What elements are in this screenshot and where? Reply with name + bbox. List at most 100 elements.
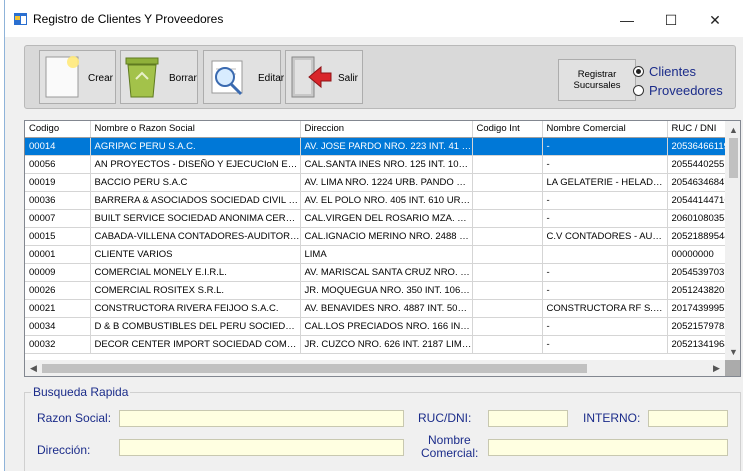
scroll-right-icon[interactable]: ▶ [708,360,725,376]
column-header[interactable]: Nombre Comercial [542,121,668,138]
table-cell: CAL.LOS PRECIADOS NRO. 166 INT. 3... [300,317,473,336]
table-row[interactable]: 00001 CLIENTE VARIOS LIMA 00000000 [25,245,725,264]
close-icon: ✕ [709,11,721,28]
vertical-scroll-thumb[interactable] [729,138,738,178]
table-cell: 00007 [25,209,91,228]
table-cell: 20545397031 [667,263,725,282]
column-header[interactable]: Codigo [25,121,91,138]
table-cell: 00014 [25,137,91,156]
title-bar: Registro de Clientes Y Proveedores — ☐ ✕ [5,0,743,37]
table-row[interactable]: 00014 AGRIPAC PERU S.A.C. AV. JOSE PARDO N… [25,137,725,156]
table-cell: CLIENTE VARIOS [90,245,301,264]
razon-social-input[interactable] [119,410,404,427]
app-icon [14,13,27,25]
table-row[interactable]: 00019 BACCIO PERU S.A.C AV. LIMA NRO. 1224… [25,173,725,192]
scroll-up-icon[interactable]: ▲ [725,121,740,138]
table-cell [472,281,543,300]
clients-grid: Codigo Nombre o Razon Social Direccion Codi… [24,120,741,377]
table-cell: COMERCIAL ROSITEX S.R.L. [90,281,301,300]
table-cell: AV. EL POLO NRO. 405 INT. 610 URB. ... [300,191,473,210]
table-cell: 20512438203 [667,281,725,300]
table-cell: DECOR CENTER IMPORT SOCIEDAD COMERCI... [90,335,301,354]
table-cell: CONSTRUCTORA RIVERA FEIJOO S.A.C. [90,299,301,318]
column-header[interactable]: Codigo Int [472,121,543,138]
table-cell: 00026 [25,281,91,300]
radio-proveedores[interactable]: Proveedores [633,83,723,98]
editar-button[interactable]: Editar [203,50,284,104]
recycle-bin-icon [125,57,159,98]
salir-button[interactable]: Salir [285,50,363,104]
table-cell: BUILT SERVICE SOCIEDAD ANONIMA CERRAD... [90,209,301,228]
table-cell: - [542,317,668,336]
table-row[interactable]: 00015 CABADA-VILLENA CONTADORES-AUDITORES… [25,227,725,246]
table-cell: LIMA [300,245,473,264]
table-cell: - [542,191,668,210]
table-cell: - [542,209,668,228]
table-cell: - [542,263,668,282]
table-cell [472,173,543,192]
table-cell: AV. BENAVIDES NRO. 4887 INT. 502 ... [300,299,473,318]
table-cell: AV. LIMA NRO. 1224 URB. PANDO ET... [300,173,473,192]
table-row[interactable]: 00007 BUILT SERVICE SOCIEDAD ANONIMA CERR… [25,209,725,228]
scroll-down-icon[interactable]: ▼ [725,343,740,360]
table-cell: - [542,281,668,300]
window-title: Registro de Clientes Y Proveedores [33,12,224,26]
table-cell: - [542,335,668,354]
table-cell: CAL.SANTA INES NRO. 125 INT. 102 (... [300,155,473,174]
table-cell: 20536466119 [667,137,725,156]
nombre-comercial-label-2: Comercial: [421,446,479,460]
toolbar: Crear Borrar Editar Salir Registrar Sucu… [24,45,736,109]
table-cell: AN PROYECTOS - DISEÑO Y EJECUCIoN EMPR..… [90,155,301,174]
scroll-left-icon[interactable]: ◀ [25,360,42,376]
radio-clientes[interactable]: Clientes [633,64,696,79]
registrar-sucursales-button[interactable]: Registrar Sucursales [558,59,636,101]
ruc-dni-input[interactable] [488,410,568,427]
borrar-button[interactable]: Borrar [120,50,198,104]
crear-button[interactable]: Crear [39,50,116,104]
table-cell: 00000000 [667,245,725,264]
table-row[interactable]: 00034 D & B COMBUSTIBLES DEL PERU SOCIEDA… [25,317,725,336]
table-cell: BACCIO PERU S.A.C [90,173,301,192]
nombre-comercial-input[interactable] [488,439,728,456]
table-row[interactable]: 00056 AN PROYECTOS - DISEÑO Y EJECUCIoN E… [25,155,725,174]
column-header[interactable]: Direccion [300,121,473,138]
table-cell: 20544144716 [667,191,725,210]
salir-label: Salir [338,73,359,84]
maximize-button[interactable]: ☐ [651,8,691,32]
radio-proveedores-label: Proveedores [649,83,723,98]
radio-clientes-label: Clientes [649,64,696,79]
table-cell: 00019 [25,173,91,192]
table-cell: CAL.VIRGEN DEL ROSARIO MZA. T L... [300,209,473,228]
table-row[interactable]: 00026 COMERCIAL ROSITEX S.R.L. JR. MOQUEGU… [25,281,725,300]
column-header[interactable]: Nombre o Razon Social [90,121,301,138]
edit-magnifier-icon [211,60,243,96]
table-cell: 20546346847 [667,173,725,192]
table-cell [472,317,543,336]
table-cell: 00036 [25,191,91,210]
table-row[interactable]: 00032 DECOR CENTER IMPORT SOCIEDAD COMERC… [25,335,725,354]
vertical-scrollbar[interactable]: ▲ ▼ [725,121,740,360]
column-header[interactable]: RUC / DNI [667,121,725,138]
table-row[interactable]: 00036 BARRERA & ASOCIADOS SOCIEDAD CIVIL … [25,191,725,210]
table-cell: AGRIPAC PERU S.A.C. [90,137,301,156]
table-cell: LA GELATERIE - HELADO... [542,173,668,192]
borrar-label: Borrar [169,73,197,84]
direccion-label: Dirección: [37,443,91,457]
table-cell: 00056 [25,155,91,174]
table-cell: - [542,137,668,156]
new-document-icon [45,56,79,98]
interno-input[interactable] [648,410,728,427]
close-button[interactable]: ✕ [695,8,735,32]
quick-search-legend: Busqueda Rapida [31,385,131,399]
table-cell: 00032 [25,335,91,354]
table-cell [472,335,543,354]
direccion-input[interactable] [119,439,404,456]
minimize-button[interactable]: — [607,8,647,32]
table-row[interactable]: 00021 CONSTRUCTORA RIVERA FEIJOO S.A.C. AV… [25,299,725,318]
table-row[interactable]: 00009 COMERCIAL MONELY E.I.R.L. AV. MARISC… [25,263,725,282]
horizontal-scrollbar[interactable]: ◀ ▶ [25,360,725,376]
table-cell [472,299,543,318]
horizontal-scroll-thumb[interactable] [42,364,587,373]
table-cell: CONSTRUCTORA RF S.A.C. [542,299,668,318]
table-cell [472,209,543,228]
